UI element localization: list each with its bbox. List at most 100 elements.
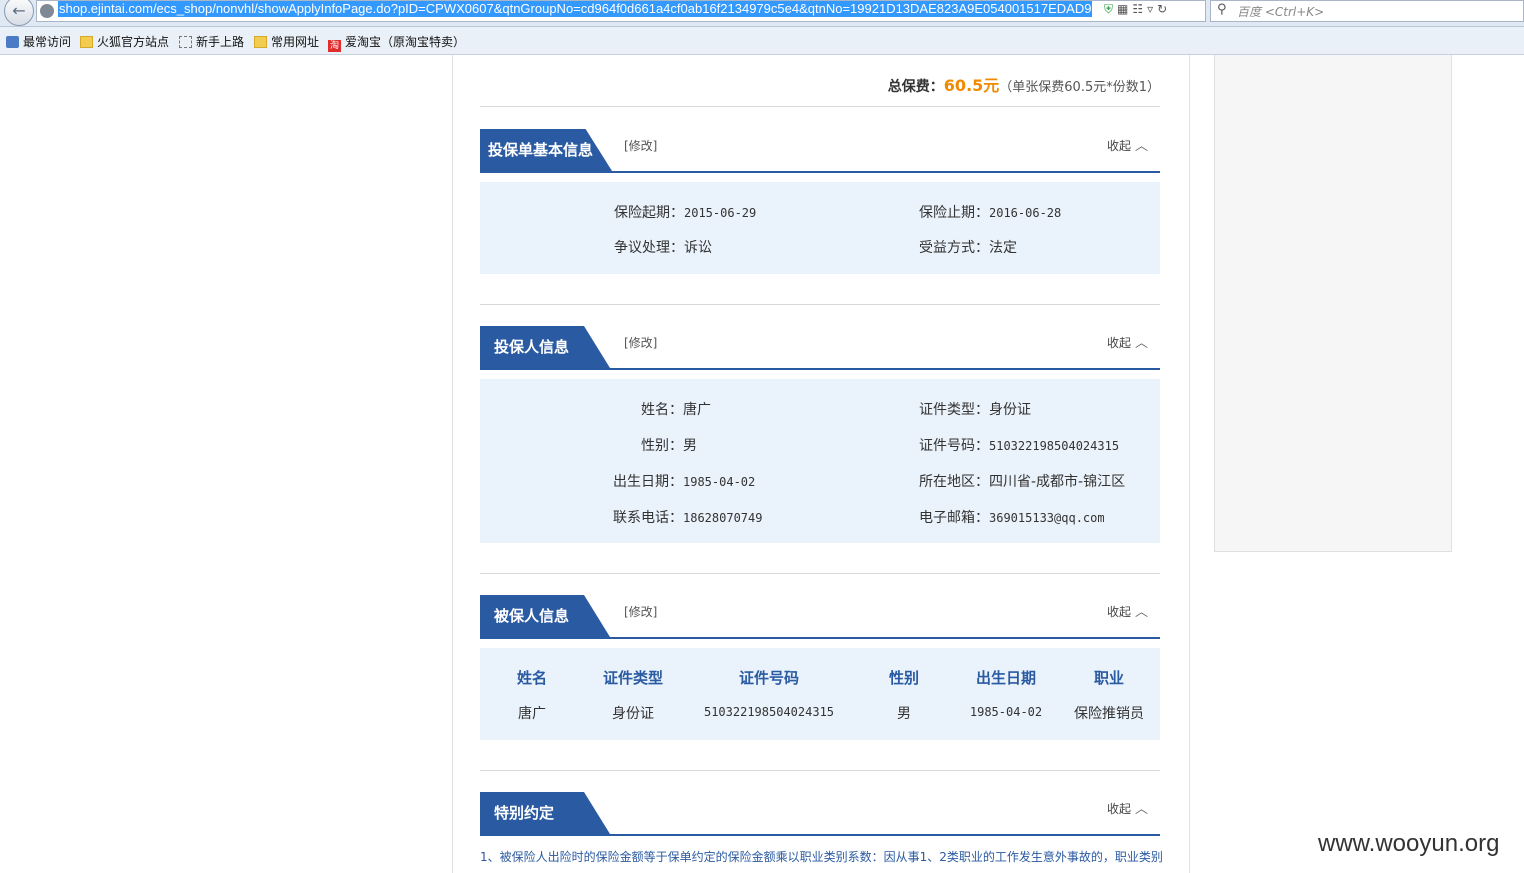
premium-amount: 60.5元 [943, 76, 1000, 95]
field-label: 保险止期： [919, 205, 989, 221]
qr-icon[interactable]: ▦ [1117, 2, 1132, 16]
field-id-number: 证件号码：510322198504024315 [919, 435, 1119, 455]
field-dispute: 争议处理：诉讼 [614, 237, 712, 257]
bookmark-firefox-site[interactable]: 火狐官方站点 [80, 33, 169, 50]
field-label: 姓名： [641, 402, 683, 418]
divider [480, 573, 1160, 574]
divider [480, 770, 1160, 771]
table-cell: 1985-04-02 [969, 705, 1043, 719]
table-header: 出生日期 [975, 669, 1036, 687]
table-header: 职业 [1093, 669, 1124, 687]
section-header-applicant: 投保人信息 [修改] 收起 ︿ [480, 326, 1160, 370]
url-text[interactable]: shop.ejintai.com/ecs_shop/nonvhl/showApp… [58, 1, 1092, 17]
globe-icon [40, 4, 54, 18]
chevron-up-icon: ︿ [1134, 139, 1148, 154]
table-header: 性别 [888, 669, 919, 687]
collapse-toggle[interactable]: 收起 ︿ [1107, 601, 1148, 620]
field-label: 保险起期： [614, 205, 684, 221]
search-input[interactable]: ⚲ 百度 <Ctrl+K> [1210, 0, 1524, 22]
field-name: 姓名：唐广 [641, 399, 711, 419]
field-value: 510322198504024315 [989, 439, 1120, 453]
dropdown-icon[interactable]: ▿ [1147, 2, 1157, 16]
field-value: 男 [683, 438, 697, 454]
field-value: 四川省-成都市-锦江区 [989, 474, 1126, 490]
collapse-toggle[interactable]: 收起 ︿ [1107, 135, 1148, 154]
section-title-text: 特别约定 [494, 804, 555, 822]
reader-icon[interactable]: ☷ [1132, 2, 1147, 16]
collapse-label: 收起 [1106, 802, 1131, 816]
table-cell: 身份证 [612, 706, 654, 722]
field-email: 电子邮箱：369015133@qq.com [919, 507, 1105, 527]
recent-icon [6, 36, 19, 48]
dashed-page-icon [179, 36, 192, 48]
shield-icon[interactable]: ⛨ [1104, 2, 1117, 16]
field-label: 受益方式： [919, 240, 989, 256]
policy-info-panel: 保险起期：2015-06-29 保险止期：2016-06-28 争议处理：诉讼 … [480, 182, 1160, 274]
table-cell: 男 [897, 706, 911, 722]
section-title: 被保人信息 [480, 595, 610, 637]
section-title-text: 投保人信息 [494, 338, 570, 356]
bookmark-most-visited[interactable]: 最常访问 [6, 33, 71, 50]
sidebar-panel [1214, 55, 1452, 552]
divider [480, 106, 1160, 107]
collapse-label: 收起 [1106, 605, 1131, 619]
folder-icon [80, 36, 93, 48]
collapse-toggle[interactable]: 收起 ︿ [1107, 798, 1148, 817]
bookmarks-bar: 最常访问 火狐官方站点 新手上路 常用网址 淘爱淘宝（原淘宝特卖） [0, 27, 1524, 55]
table-header: 姓名 [516, 669, 547, 687]
field-beneficiary: 受益方式：法定 [919, 237, 1017, 257]
bookmark-label: 新手上路 [196, 35, 245, 49]
total-premium: 总保费：60.5元（单张保费60.5元*份数1） [800, 72, 1160, 96]
back-arrow-icon[interactable]: ← [4, 0, 34, 26]
bookmark-label: 常用网址 [271, 35, 320, 49]
chevron-up-icon: ︿ [1134, 336, 1148, 351]
bookmark-taobao[interactable]: 淘爱淘宝（原淘宝特卖） [328, 33, 465, 52]
chevron-up-icon: ︿ [1134, 605, 1148, 620]
edit-link[interactable]: [修改] [624, 603, 657, 620]
edit-link[interactable]: [修改] [624, 137, 657, 154]
section-header-special: 特别约定 收起 ︿ [480, 792, 1160, 836]
search-placeholder: 百度 <Ctrl+K> [1237, 5, 1325, 19]
table-cell: 510322198504024315 [703, 705, 835, 719]
bookmark-label: 爱淘宝（原淘宝特卖） [345, 35, 466, 49]
table-header: 证件号码 [738, 669, 799, 687]
field-phone: 联系电话：18628070749 [613, 507, 762, 527]
bookmark-label: 火狐官方站点 [97, 35, 170, 49]
section-header-policy: 投保单基本信息 [修改] 收起 ︿ [480, 129, 1160, 173]
edit-link[interactable]: [修改] [624, 334, 657, 351]
field-gender: 性别：男 [641, 435, 697, 455]
bookmark-common-sites[interactable]: 常用网址 [254, 33, 319, 50]
applicant-info-panel: 姓名：唐广 证件类型：身份证 性别：男 证件号码：510322198504024… [480, 379, 1160, 543]
field-label: 争议处理： [614, 240, 684, 256]
browser-toolbar: ← shop.ejintai.com/ecs_shop/nonvhl/showA… [0, 0, 1524, 27]
search-icon: ⚲ [1217, 2, 1227, 17]
field-value: 369015133@qq.com [989, 511, 1105, 525]
field-end-date: 保险止期：2016-06-28 [919, 202, 1061, 222]
insured-table: 姓名 证件类型 证件号码 性别 出生日期 职业 唐广 身份证 510322198… [480, 648, 1160, 740]
field-value: 唐广 [683, 402, 711, 418]
collapse-toggle[interactable]: 收起 ︿ [1107, 332, 1148, 351]
field-birth-date: 出生日期：1985-04-02 [613, 471, 755, 491]
collapse-label: 收起 [1106, 139, 1131, 153]
field-value: 1985-04-02 [683, 475, 756, 489]
chevron-up-icon: ︿ [1134, 802, 1148, 817]
section-title: 投保人信息 [480, 326, 610, 368]
field-value: 诉讼 [684, 240, 712, 256]
section-header-insured: 被保人信息 [修改] 收起 ︿ [480, 595, 1160, 639]
field-value: 法定 [989, 240, 1017, 256]
bookmark-getting-started[interactable]: 新手上路 [179, 33, 244, 50]
reload-icon[interactable]: ↻ [1157, 2, 1171, 16]
collapse-label: 收起 [1106, 336, 1131, 350]
field-value: 2015-06-29 [684, 206, 757, 220]
field-label: 证件号码： [919, 438, 989, 454]
field-start-date: 保险起期：2015-06-29 [614, 202, 756, 222]
address-bar-icons: ⛨▦☷▿↻ [1104, 2, 1171, 17]
table-cell: 保险推销员 [1074, 706, 1144, 722]
field-label: 所在地区： [919, 474, 989, 490]
field-label: 证件类型： [919, 402, 989, 418]
taobao-icon: 淘 [328, 40, 341, 52]
table-cell: 唐广 [518, 706, 546, 722]
field-value: 2016-06-28 [989, 206, 1062, 220]
premium-label: 总保费： [887, 79, 944, 95]
premium-note: （单张保费60.5元*份数1） [999, 80, 1160, 95]
